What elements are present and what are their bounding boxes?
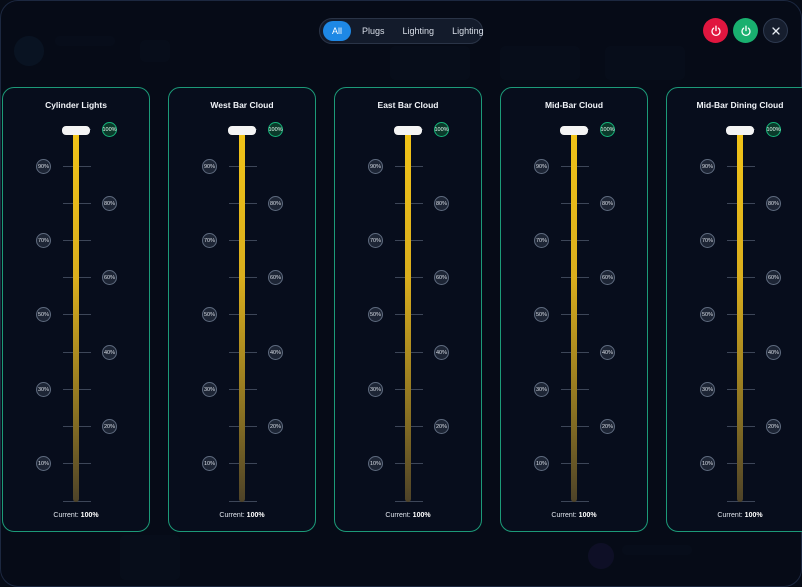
scale-label-max: 100%	[600, 122, 615, 137]
scale-label: 40%	[600, 345, 615, 360]
scale-label: 30%	[534, 382, 549, 397]
scale-label: 40%	[102, 345, 117, 360]
brightness-slider-handle[interactable]	[394, 126, 422, 135]
scale-label: 70%	[368, 233, 383, 248]
light-name: Mid-Bar Dining Cloud	[696, 100, 784, 110]
light-name: East Bar Cloud	[377, 100, 439, 110]
scale-label-max: 100%	[766, 122, 781, 137]
power-icon	[710, 25, 721, 36]
current-label: Current:	[551, 512, 577, 519]
light-panel: Cylinder Lights 90% 70% 50% 30% 10% 100% 80% 60%…	[2, 87, 150, 532]
tab-plugs[interactable]: Plugs	[355, 21, 392, 41]
scale-label: 60%	[268, 270, 283, 285]
all-on-button[interactable]	[733, 18, 758, 43]
light-name: Mid-Bar Cloud	[544, 100, 604, 110]
current-label: Current:	[717, 512, 743, 519]
scale-label: 10%	[36, 456, 51, 471]
light-panel: Mid-Bar Cloud 90% 70% 50% 30% 10% 100% 80% 60% 40…	[500, 87, 648, 532]
current-label: Current:	[219, 512, 245, 519]
scale-label: 40%	[434, 345, 449, 360]
scale-label: 70%	[202, 233, 217, 248]
scale-label: 90%	[368, 159, 383, 174]
tab-lighting[interactable]: Lighting	[396, 21, 442, 41]
scale-label: 70%	[700, 233, 715, 248]
current-level: Current: 100%	[169, 512, 315, 519]
scale-label: 90%	[36, 159, 51, 174]
scale-label: 50%	[36, 307, 51, 322]
scale-label: 50%	[700, 307, 715, 322]
lighting-modal: All Plugs Lighting Lighting Cylinder Lig…	[0, 0, 802, 587]
scale-label: 40%	[766, 345, 781, 360]
scale-label: 60%	[766, 270, 781, 285]
scale-label: 80%	[102, 196, 117, 211]
tab-all[interactable]: All	[323, 21, 352, 41]
scale-label: 40%	[268, 345, 283, 360]
power-icon	[740, 25, 751, 36]
scale-label: 20%	[600, 419, 615, 434]
light-panel: West Bar Cloud 90% 70% 50% 30% 10% 100% 80% 60% 4…	[168, 87, 316, 532]
scale-label: 70%	[534, 233, 549, 248]
scale-label: 80%	[268, 196, 283, 211]
scale-label: 30%	[700, 382, 715, 397]
current-value: 100%	[412, 512, 431, 519]
current-value: 100%	[80, 512, 99, 519]
current-level: Current: 100%	[3, 512, 149, 519]
scale-label: 90%	[700, 159, 715, 174]
scale-label-max: 100%	[102, 122, 117, 137]
tab-lighting-2[interactable]: Lighting	[445, 21, 491, 41]
light-name: Cylinder Lights	[45, 100, 107, 110]
scale-label: 20%	[766, 419, 781, 434]
brightness-slider-track[interactable]	[239, 130, 245, 502]
scale-label: 90%	[202, 159, 217, 174]
current-label: Current:	[385, 512, 411, 519]
light-panel: East Bar Cloud 90% 70% 50% 30% 10% 100% 80% 60% 4…	[334, 87, 482, 532]
scale-label: 50%	[202, 307, 217, 322]
scale-label: 80%	[766, 196, 781, 211]
filter-tabs: All Plugs Lighting Lighting	[319, 18, 484, 44]
close-icon	[771, 26, 780, 35]
scale-label-max: 100%	[268, 122, 283, 137]
brightness-slider-track[interactable]	[571, 130, 577, 502]
scale-label: 20%	[102, 419, 117, 434]
current-value: 100%	[578, 512, 597, 519]
scale-label: 30%	[36, 382, 51, 397]
light-panel: Mid-Bar Dining Cloud 90% 70% 50% 30% 10% 100% 8…	[666, 87, 802, 532]
current-level: Current: 100%	[667, 512, 802, 519]
light-name: West Bar Cloud	[210, 100, 274, 110]
current-value: 100%	[744, 512, 763, 519]
scale-label: 10%	[534, 456, 549, 471]
all-off-button[interactable]	[703, 18, 728, 43]
brightness-slider-handle[interactable]	[228, 126, 256, 135]
brightness-slider-handle[interactable]	[726, 126, 754, 135]
scale-label: 50%	[534, 307, 549, 322]
close-button[interactable]	[763, 18, 788, 43]
scale-label: 70%	[36, 233, 51, 248]
scale-label: 50%	[368, 307, 383, 322]
scale-label: 60%	[102, 270, 117, 285]
scale-label: 10%	[202, 456, 217, 471]
scale-label: 80%	[434, 196, 449, 211]
scale-label: 30%	[368, 382, 383, 397]
scale-label: 60%	[600, 270, 615, 285]
scale-label: 80%	[600, 196, 615, 211]
scale-label: 20%	[268, 419, 283, 434]
scale-label: 20%	[434, 419, 449, 434]
scale-label: 10%	[368, 456, 383, 471]
scale-label: 60%	[434, 270, 449, 285]
scale-label: 10%	[700, 456, 715, 471]
brightness-slider-track[interactable]	[405, 130, 411, 502]
brightness-slider-handle[interactable]	[560, 126, 588, 135]
scale-label: 90%	[534, 159, 549, 174]
current-level: Current: 100%	[335, 512, 481, 519]
current-value: 100%	[246, 512, 265, 519]
brightness-slider-track[interactable]	[73, 130, 79, 502]
brightness-slider-track[interactable]	[737, 130, 743, 502]
scale-label: 30%	[202, 382, 217, 397]
scale-label-max: 100%	[434, 122, 449, 137]
current-label: Current:	[53, 512, 79, 519]
current-level: Current: 100%	[501, 512, 647, 519]
brightness-slider-handle[interactable]	[62, 126, 90, 135]
